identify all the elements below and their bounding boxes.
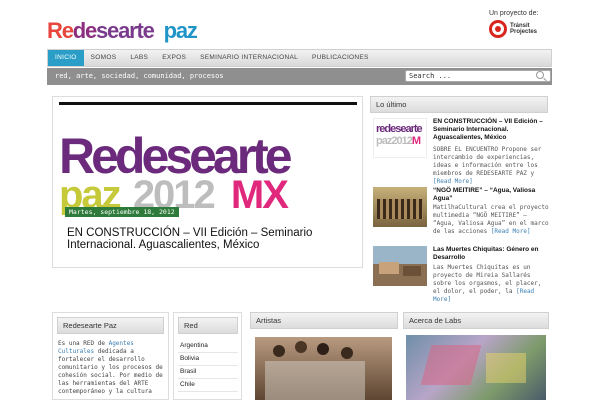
artists-widget-heading: Artistas bbox=[250, 312, 398, 329]
person-head-3 bbox=[317, 343, 329, 355]
person-head-4 bbox=[341, 347, 353, 359]
banner-mx: MX bbox=[230, 173, 289, 215]
nav-item-seminario[interactable]: SEMINARIO INTERNACIONAL bbox=[193, 50, 305, 66]
nav-item-labs[interactable]: LABS bbox=[123, 50, 155, 66]
latest-post-1-title[interactable]: EN CONSTRUCCIÓN – VII Edición – Seminari… bbox=[433, 118, 549, 142]
person-head-1 bbox=[273, 345, 285, 357]
country-item-chile[interactable]: Chile bbox=[178, 379, 238, 392]
latest-post-3-excerpt: Las Muertes Chiquitas es un proyecto de … bbox=[433, 264, 549, 304]
about-text-before: Es una RED de bbox=[58, 340, 109, 347]
thumb-word-3: M bbox=[411, 135, 421, 147]
red-widget: Red Argentina Bolivia Brasil Chile bbox=[173, 312, 242, 400]
latest-post-3-thumbnail[interactable] bbox=[373, 246, 427, 286]
feature-banner-image[interactable]: Redesearte paz 2012 MX bbox=[59, 131, 357, 215]
country-item-argentina[interactable]: Argentina bbox=[178, 340, 238, 353]
mural-shape bbox=[420, 345, 482, 385]
country-list: Argentina Bolivia Brasil Chile bbox=[178, 340, 238, 392]
building-shape-2 bbox=[403, 266, 421, 276]
artists-photo[interactable] bbox=[255, 337, 392, 400]
people-bodies bbox=[265, 361, 365, 400]
artists-widget: Artistas bbox=[250, 312, 398, 400]
logo-text-part3: searte bbox=[96, 18, 155, 43]
latest-post-2-excerpt: MatilhaCultural crea el proyecto multime… bbox=[433, 204, 549, 236]
thumb-word-2: paz2012M bbox=[376, 135, 426, 147]
site-tagline: red, arte, sociedad, comunidad, procesos bbox=[55, 72, 224, 80]
latest-post-1-thumbnail[interactable]: redesearte paz2012M bbox=[373, 118, 427, 158]
transit-logo-icon bbox=[489, 20, 507, 38]
project-label: Un proyecto de: bbox=[489, 10, 539, 17]
feature-title[interactable]: EN CONSTRUCCIÓN – VII Edición – Seminari… bbox=[67, 227, 357, 251]
partner-logo[interactable]: Tránsit Projectes bbox=[489, 20, 540, 38]
site-logo[interactable]: Redesearte paz bbox=[47, 18, 198, 44]
person-head-2 bbox=[295, 341, 307, 353]
latest-post-2-title[interactable]: “NGÖ MEITIRE” – “Agua, Valiosa Agua” bbox=[433, 187, 549, 203]
search-input[interactable]: Search ... bbox=[405, 70, 551, 82]
feature-date-badge: Martes, septiembre 18, 2012 bbox=[65, 207, 179, 217]
latest-post-2-thumbnail[interactable] bbox=[373, 187, 427, 227]
featured-post[interactable]: Redesearte paz 2012 MX Martes, septiembr… bbox=[52, 96, 363, 268]
mural-shape-2 bbox=[486, 353, 526, 383]
latest-post-2[interactable]: “NGÖ MEITIRE” – “Agua, Valiosa Agua” Mat… bbox=[373, 187, 551, 239]
search-icon[interactable] bbox=[536, 71, 544, 79]
red-widget-heading: Red bbox=[178, 317, 238, 334]
dancers-image bbox=[377, 199, 423, 219]
latest-post-3-title[interactable]: Las Muertes Chiquitas: Género en Desarro… bbox=[433, 246, 549, 262]
about-text-after: dedicada a fortalecer el desarrollo comu… bbox=[58, 348, 163, 395]
sub-bar: red, arte, sociedad, comunidad, procesos… bbox=[47, 68, 552, 85]
about-widget: Redesearte Paz Es una RED de Agentes Cul… bbox=[52, 312, 169, 400]
logo-text-part1: Re bbox=[47, 18, 74, 43]
feature-top-rule bbox=[59, 102, 357, 105]
latest-widget-heading: Lo último bbox=[370, 96, 548, 113]
latest-post-1-excerpt-text: SOBRE EL ENCUENTRO Propone ser intercamb… bbox=[433, 146, 542, 177]
latest-post-2-read-more[interactable]: [Read More] bbox=[491, 228, 531, 235]
country-item-bolivia[interactable]: Bolivia bbox=[178, 353, 238, 366]
thumb-word-2-text: paz2012 bbox=[376, 135, 413, 147]
partner-name: Tránsit Projectes bbox=[510, 23, 538, 35]
nav-item-publicaciones[interactable]: PUBLICACIONES bbox=[305, 50, 376, 66]
latest-post-1-read-more[interactable]: [Read More] bbox=[433, 178, 473, 185]
logo-text-part2: de bbox=[72, 18, 97, 43]
about-widget-heading: Redesearte Paz bbox=[57, 317, 164, 334]
building-shape bbox=[379, 262, 399, 274]
latest-post-1[interactable]: redesearte paz2012M EN CONSTRUCCIÓN – VI… bbox=[373, 118, 551, 185]
main-nav: INICIO SOMOS LABS EXPOS SEMINARIO INTERN… bbox=[47, 49, 552, 67]
latest-post-3[interactable]: Las Muertes Chiquitas: Género en Desarro… bbox=[373, 246, 551, 306]
thumb-word-1: redesearte bbox=[376, 123, 423, 135]
nav-item-somos[interactable]: SOMOS bbox=[84, 50, 124, 66]
about-text: Es una RED de Agentes Culturales dedicad… bbox=[58, 340, 166, 396]
nav-item-expos[interactable]: EXPOS bbox=[155, 50, 193, 66]
labs-mural-photo[interactable] bbox=[406, 335, 546, 400]
latest-post-1-excerpt: SOBRE EL ENCUENTRO Propone ser intercamb… bbox=[433, 146, 549, 186]
logo-text-part4: paz bbox=[163, 18, 198, 43]
nav-item-inicio[interactable]: INICIO bbox=[48, 50, 84, 66]
labs-widget: Acerca de Labs bbox=[403, 312, 549, 400]
country-item-brasil[interactable]: Brasil bbox=[178, 366, 238, 379]
labs-widget-heading: Acerca de Labs bbox=[403, 312, 549, 329]
